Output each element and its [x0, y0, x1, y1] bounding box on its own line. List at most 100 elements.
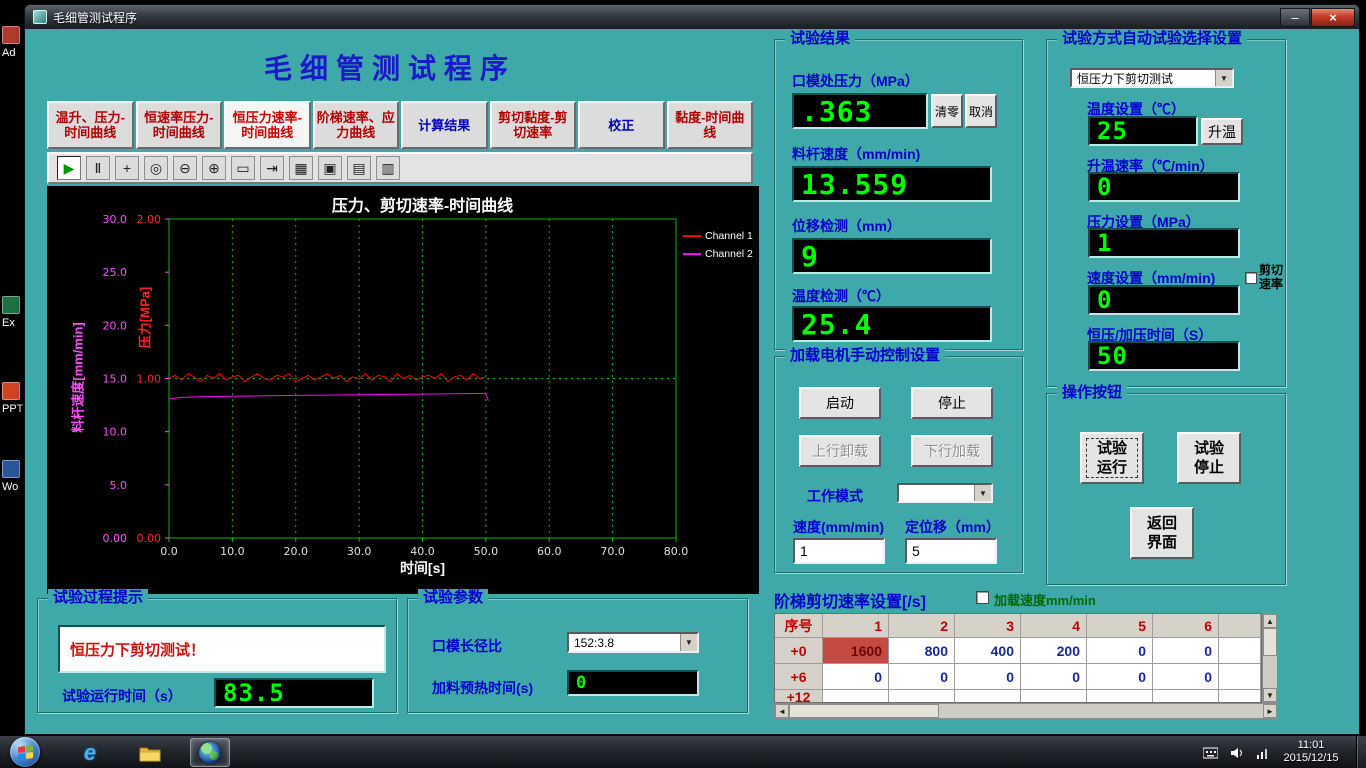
svg-text:2.00: 2.00	[137, 213, 162, 226]
load-speed-checkbox[interactable]	[976, 591, 989, 604]
temp-set-display: 25	[1088, 116, 1198, 146]
table-hscrollbar[interactable]: ◄ ►	[774, 703, 1278, 719]
table-cell[interactable]: 0	[955, 664, 1021, 690]
back-to-main-button[interactable]: 返回界面	[1130, 507, 1194, 559]
start-button[interactable]	[10, 737, 40, 767]
tab-const-pressure-rate-time[interactable]: 恒压力速率-时间曲线	[224, 101, 311, 149]
table-cell[interactable]: 800	[889, 638, 955, 664]
table-cell[interactable]: 0	[889, 664, 955, 690]
table-cell[interactable]: 0	[1087, 638, 1153, 664]
tab-calc-results[interactable]: 计算结果	[401, 101, 488, 149]
target-displacement-label: 定位移（mm）	[905, 517, 1000, 537]
cancel-button[interactable]: 取消	[965, 94, 997, 128]
table-cell[interactable]: 400	[955, 638, 1021, 664]
taskbar-clock[interactable]: 11:01 2015/12/15	[1272, 739, 1350, 765]
taskbar-app-button[interactable]	[190, 738, 230, 767]
tab-viscosity-time[interactable]: 黏度-时间曲线	[667, 101, 754, 149]
pan-button[interactable]: +	[115, 156, 139, 180]
table-vscrollbar[interactable]: ▲ ▼	[1262, 613, 1278, 703]
test-mode-select[interactable]: 恒压力下剪切测试 ▼	[1070, 68, 1234, 88]
tab-shear-viscosity-shear-rate[interactable]: 剪切黏度-剪切速率	[490, 101, 577, 149]
motor-down-load-button[interactable]: 下行加载	[911, 435, 993, 467]
table-col-header[interactable]: 3	[955, 614, 1021, 638]
vscroll-thumb[interactable]	[1263, 628, 1277, 656]
table-row-label[interactable]: +6	[775, 664, 823, 690]
table-cell[interactable]: 0	[1087, 664, 1153, 690]
minimize-button[interactable]: –	[1280, 8, 1310, 27]
tab-const-rate-pressure-time[interactable]: 恒速率压力-时间曲线	[136, 101, 223, 149]
desktop-icon-glyph	[2, 26, 20, 44]
test-run-button[interactable]: 试验运行	[1080, 432, 1144, 484]
table-cell[interactable]: 0	[823, 664, 889, 690]
motor-stop-button[interactable]: 停止	[911, 387, 993, 419]
show-desktop-button[interactable]	[1356, 736, 1366, 768]
zoom-out-button[interactable]: ⊖	[173, 156, 197, 180]
tab-step-rate-stress-curve[interactable]: 阶梯速率、应力曲线	[313, 101, 400, 149]
save-button[interactable]: ▤	[347, 156, 371, 180]
target-displacement-input[interactable]	[905, 538, 997, 564]
print-button[interactable]: ▥	[376, 156, 400, 180]
heat-up-button[interactable]: 升温	[1201, 118, 1243, 145]
work-mode-label: 工作模式	[807, 486, 863, 506]
table-col-header[interactable]: 5	[1087, 614, 1153, 638]
cursor-to-end-button[interactable]: ⇥	[260, 156, 284, 180]
close-button[interactable]: ×	[1311, 8, 1355, 27]
table-cell[interactable]	[1021, 690, 1087, 703]
table-cell[interactable]	[823, 690, 889, 703]
table-col-header[interactable]: 2	[889, 614, 955, 638]
table-col-header[interactable]: 4	[1021, 614, 1087, 638]
language-icon[interactable]	[1203, 747, 1218, 759]
table-cell[interactable]	[1087, 690, 1153, 703]
page-title: 毛细管测试程序	[245, 47, 535, 87]
window-titlebar[interactable]: 毛细管测试程序 – ×	[25, 5, 1359, 29]
test-stop-button[interactable]: 试验停止	[1177, 432, 1241, 484]
die-ratio-select[interactable]: 152:3.8 ▼	[567, 632, 699, 653]
tab-strip: 温升、压力-时间曲线 恒速率压力-时间曲线 恒压力速率-时间曲线 阶梯速率、应力…	[47, 101, 753, 149]
table-cell[interactable]: 0	[1021, 664, 1087, 690]
table-col-header[interactable]: 6	[1153, 614, 1219, 638]
clock-time: 11:01	[1272, 739, 1350, 752]
table-corner-header: 序号	[775, 614, 823, 638]
table-cell[interactable]	[955, 690, 1021, 703]
network-icon[interactable]	[1256, 747, 1270, 759]
run-button[interactable]: ▶	[57, 156, 81, 180]
tab-calibration[interactable]: 校正	[578, 101, 665, 149]
manual-speed-input[interactable]	[793, 538, 885, 564]
volume-icon[interactable]	[1230, 747, 1244, 759]
table-cell[interactable]: 0	[1153, 664, 1219, 690]
test-params-panel: 试验参数 口模长径比 152:3.8 ▼ 加料预热时间(s) 0	[407, 598, 748, 713]
desktop-icon-glyph	[2, 296, 20, 314]
table-col-header[interactable]: 1	[823, 614, 889, 638]
scroll-down-icon[interactable]: ▼	[1263, 688, 1277, 702]
zoom-in-button[interactable]: ⊕	[202, 156, 226, 180]
hscroll-thumb[interactable]	[789, 704, 939, 718]
speed-axis-title: 料杆速度[mm/min]	[68, 303, 87, 453]
table-cell[interactable]: 200	[1021, 638, 1087, 664]
channel2-label: Channel 2	[705, 248, 753, 260]
table-cell[interactable]	[1153, 690, 1219, 703]
scroll-up-icon[interactable]: ▲	[1263, 614, 1277, 628]
chart-svg[interactable]: 0.010.020.030.040.050.060.070.080.00.005…	[47, 186, 759, 594]
select-region-button[interactable]: ▭	[231, 156, 255, 180]
motor-up-unload-button[interactable]: 上行卸载	[799, 435, 881, 467]
table-cell[interactable]: 1600	[823, 638, 889, 664]
tab-temp-rise-pressure-time[interactable]: 温升、压力-时间曲线	[47, 101, 134, 149]
crosshair-button[interactable]: ◎	[144, 156, 168, 180]
scroll-right-icon[interactable]: ►	[1263, 704, 1277, 718]
export-graph-button[interactable]: ▦	[289, 156, 313, 180]
svg-text:0.00: 0.00	[137, 532, 162, 545]
table-row-label[interactable]: +0	[775, 638, 823, 664]
table-cell[interactable]: 0	[1153, 638, 1219, 664]
taskbar-explorer-button[interactable]	[130, 738, 170, 767]
clear-zero-button[interactable]: 清零	[931, 94, 963, 128]
motor-start-button[interactable]: 启动	[799, 387, 881, 419]
scroll-left-icon[interactable]: ◄	[775, 704, 789, 718]
table-cell[interactable]	[889, 690, 955, 703]
table-row-label[interactable]: +12	[775, 690, 823, 703]
shear-rate-checkbox[interactable]	[1245, 272, 1257, 284]
taskbar-ie-button[interactable]: e	[70, 738, 110, 767]
copy-button[interactable]: ▣	[318, 156, 342, 180]
pause-button[interactable]: Ⅱ	[86, 156, 110, 180]
work-mode-select[interactable]: ▼	[897, 483, 993, 503]
svg-text:70.0: 70.0	[600, 545, 625, 558]
